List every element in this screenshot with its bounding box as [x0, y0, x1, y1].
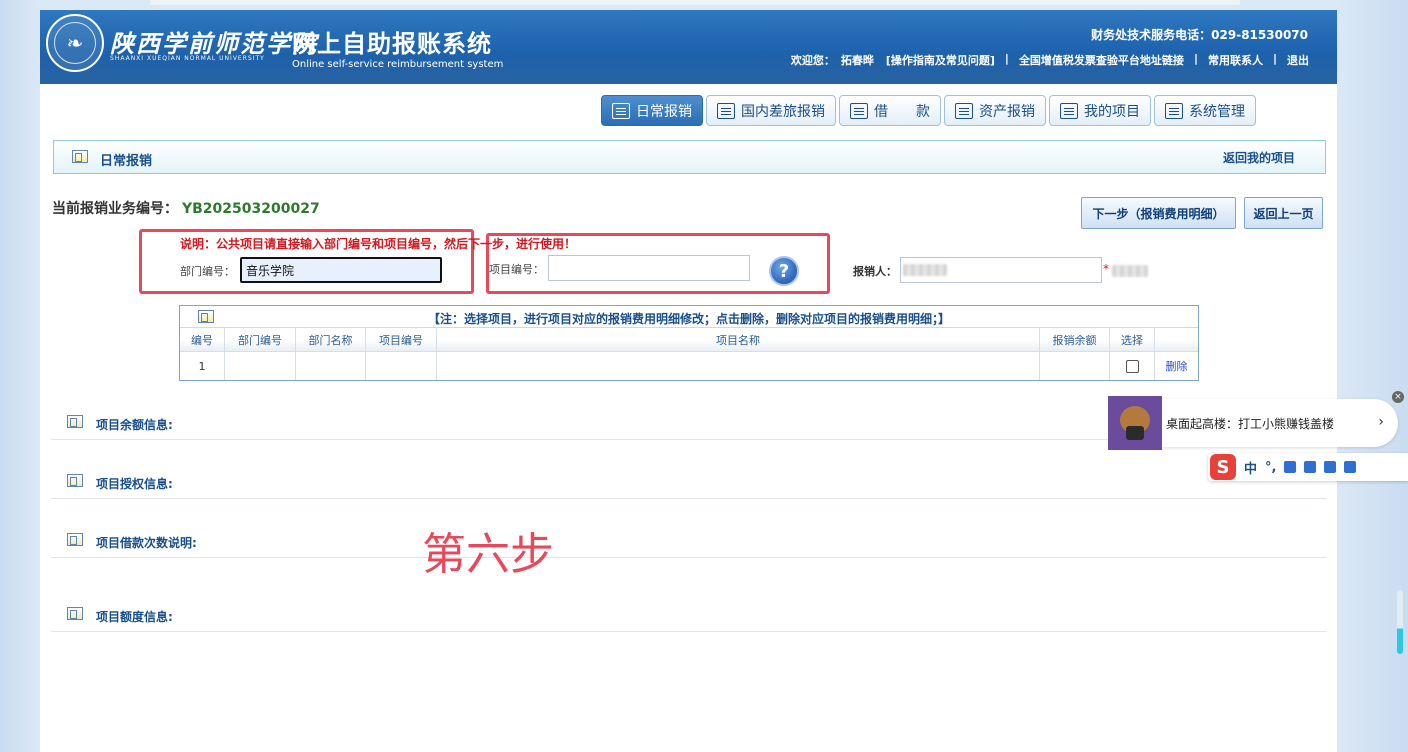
section-icon — [67, 474, 83, 487]
table-row: 1 删除 — [180, 352, 1198, 380]
cell-action: 删除 — [1155, 352, 1198, 380]
dept-code-input[interactable] — [240, 257, 442, 283]
tab-my-projects[interactable]: 我的项目 — [1049, 95, 1151, 126]
site-header: ❧ 陕西学前师范学院 SHAANXI XUEQIAN NORMAL UNIVER… — [40, 10, 1337, 84]
university-name-en: SHAANXI XUEQIAN NORMAL UNIVERSITY — [110, 55, 265, 62]
tab-loan[interactable]: 借 款 — [839, 95, 941, 126]
dept-code-label: 部门编号： — [180, 265, 235, 278]
column-header: 编号 — [180, 328, 225, 351]
section-title: 日常报销 — [100, 154, 153, 169]
system-subtitle: Online self-service reimbursement system — [292, 59, 504, 70]
redacted-text — [1112, 265, 1148, 277]
reimburser-label: 报销人： — [853, 265, 897, 278]
section-icon — [67, 607, 83, 620]
info-loan-count: 项目借款次数说明: — [51, 528, 1326, 558]
scrollbar[interactable] — [1397, 590, 1403, 654]
system-title: 网上自助报账系统 — [292, 30, 492, 58]
nav-separator: | — [1004, 52, 1009, 65]
reimburser-input[interactable] — [900, 257, 1102, 283]
tab-asset-reimbursement[interactable]: 资产报销 — [944, 95, 1046, 126]
ime-punctuation-toggle[interactable]: °, — [1265, 460, 1276, 475]
main-tabs: 日常报销 国内差旅报销 借 款 资产报销 我的项目 系统管理 — [601, 95, 1256, 126]
train-icon — [717, 102, 735, 119]
project-table: 【注：选择项目，进行项目对应的报销费用明细修改；点击删除，删除对应项目的报销费用… — [179, 305, 1199, 381]
business-number-value: YB202503200027 — [182, 201, 320, 217]
business-number: 当前报销业务编号： YB202503200027 — [52, 201, 320, 217]
nav-separator: | — [1272, 52, 1277, 65]
bear-avatar-icon — [1108, 396, 1162, 450]
guide-link[interactable]: [操作指南及常见问题] — [880, 52, 1001, 68]
list-icon — [1060, 102, 1078, 119]
table-columns: 编号 部门编号 部门名称 项目编号 项目名称 报销余额 选择 — [180, 328, 1198, 352]
delete-link[interactable]: 删除 — [1166, 358, 1188, 374]
column-header: 选择 — [1110, 328, 1155, 351]
cell-select — [1110, 352, 1155, 380]
skin-icon[interactable] — [1324, 461, 1337, 473]
chevron-right-icon[interactable]: › — [1378, 414, 1384, 430]
info-project-authorization: 项目授权信息: — [51, 469, 1326, 499]
keyboard-icon[interactable] — [1304, 461, 1317, 473]
section-icon — [72, 150, 88, 163]
nav-separator: | — [1193, 52, 1198, 65]
step-annotation: 第六步 — [422, 529, 554, 580]
coins-icon — [955, 102, 973, 119]
column-header: 部门编号 — [225, 328, 296, 351]
column-header: 部门名称 — [296, 328, 366, 351]
tab-domestic-travel[interactable]: 国内差旅报销 — [706, 95, 836, 126]
help-icon[interactable]: ? — [769, 256, 799, 286]
floating-ad[interactable]: 桌面起高楼：打工小熊赚钱盖楼 › × — [1108, 391, 1404, 451]
ime-mode-toggle[interactable]: 中 — [1244, 458, 1257, 477]
university-seal-icon: ❧ — [46, 14, 104, 72]
select-checkbox[interactable] — [1125, 359, 1139, 373]
ime-toolbar: S 中 °, — [1208, 453, 1408, 481]
close-icon[interactable]: × — [1392, 391, 1404, 403]
next-step-button[interactable]: 下一步（报销费用明细） — [1081, 197, 1236, 229]
column-header: 项目名称 — [437, 328, 1040, 351]
project-code-input[interactable] — [548, 255, 750, 281]
back-to-my-projects-link[interactable]: 返回我的项目 — [1223, 149, 1295, 166]
computer-icon — [1165, 102, 1183, 119]
vat-check-link[interactable]: 全国增值税发票查验平台地址链接 — [1013, 52, 1190, 68]
section-bar: 日常报销 返回我的项目 — [53, 140, 1326, 174]
tab-daily-reimbursement[interactable]: 日常报销 — [601, 95, 703, 126]
column-header: 报销余额 — [1040, 328, 1110, 351]
column-header — [1155, 328, 1198, 351]
ad-text: 桌面起高楼：打工小熊赚钱盖楼 — [1162, 399, 1398, 447]
instruction-note: 说明：公共项目请直接输入部门编号和项目编号，然后下一步，进行使用！ — [180, 237, 577, 251]
tab-system-admin[interactable]: 系统管理 — [1154, 95, 1256, 126]
section-icon — [67, 415, 83, 428]
service-phone: 财务处技术服务电话：029-81530070 — [1091, 28, 1308, 42]
microphone-icon[interactable] — [1284, 461, 1297, 473]
ledger-icon — [612, 102, 630, 119]
cell-dept-name — [296, 352, 366, 380]
top-nav: 欢迎您： 拓春晔 [操作指南及常见问题] | 全国增值税发票查验平台地址链接 |… — [785, 52, 1315, 68]
page-container: ❧ 陕西学前师范学院 SHAANXI XUEQIAN NORMAL UNIVER… — [40, 10, 1337, 752]
required-mark: * — [1103, 262, 1109, 276]
column-header: 项目编号 — [366, 328, 437, 351]
toolbox-icon[interactable] — [1344, 461, 1357, 473]
cell-project-code — [366, 352, 437, 380]
redacted-name — [903, 264, 947, 276]
university-name-cn: 陕西学前师范学院 — [110, 29, 318, 58]
project-code-label: 项目编号： — [489, 263, 544, 276]
info-project-quota: 项目额度信息: — [51, 602, 1326, 632]
sogou-logo-icon[interactable]: S — [1210, 454, 1236, 480]
table-header-bar: 【注：选择项目，进行项目对应的报销费用明细修改；点击删除，删除对应项目的报销费用… — [180, 306, 1198, 328]
cell-dept-code — [225, 352, 296, 380]
cell-project-name — [437, 352, 1040, 380]
back-button[interactable]: 返回上一页 — [1244, 197, 1323, 229]
table-note: 【注：选择项目，进行项目对应的报销费用明细修改；点击删除，删除对应项目的报销费用… — [427, 312, 950, 326]
browser-top-strip — [150, 0, 1240, 6]
cell-balance — [1040, 352, 1110, 380]
contacts-link[interactable]: 常用联系人 — [1202, 52, 1269, 68]
logout-link[interactable]: 退出 — [1281, 52, 1315, 68]
cell-no: 1 — [180, 352, 225, 380]
money-icon — [850, 102, 868, 119]
welcome-label: 欢迎您： — [790, 54, 835, 67]
username: 拓春晔 — [840, 54, 874, 67]
section-icon — [67, 533, 83, 546]
